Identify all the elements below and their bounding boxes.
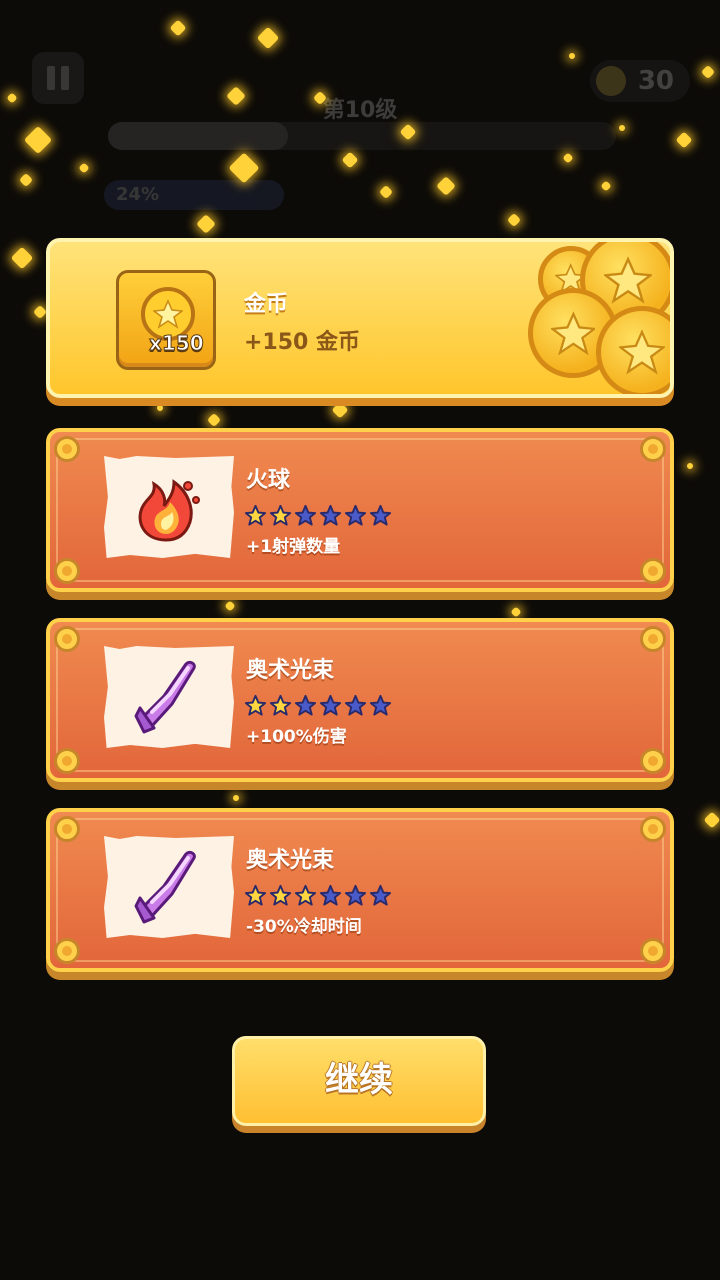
gold-reward-card[interactable]: x150 金币 +150 金币 [46, 238, 674, 398]
star-filled-icon [269, 504, 292, 526]
upgrade-card-arcane-beam[interactable]: 奥术光束 +100%伤害 [46, 618, 674, 782]
sparkle-icon [436, 176, 456, 196]
sparkle-icon [675, 131, 693, 149]
sparkle-icon [206, 412, 222, 428]
star-filled-icon [269, 694, 292, 716]
level-label: 第10级 [322, 98, 398, 123]
sparkle-icon [700, 64, 716, 80]
star-empty-icon [319, 884, 342, 906]
star-filled-icon [244, 694, 267, 716]
progress-percent: 24% [104, 180, 284, 210]
sparkle-icon [196, 214, 216, 234]
sparkle-icon [228, 152, 260, 184]
sparkle-icon [18, 172, 34, 188]
star-filled-icon [269, 884, 292, 906]
sparkle-icon [256, 26, 280, 50]
star-empty-icon [369, 694, 392, 716]
sparkle-icon [231, 793, 241, 803]
sparkle-icon [567, 51, 577, 61]
sparkle-icon [378, 184, 394, 200]
upgrade-description: -30%冷却时间 [246, 917, 362, 937]
gold-coin-icon: x150 [116, 270, 216, 370]
star-empty-icon [319, 694, 342, 716]
sparkle-icon [506, 212, 522, 228]
star-filled-icon [294, 884, 317, 906]
star-rating [244, 504, 392, 527]
continue-button[interactable]: 继续 [232, 1036, 486, 1126]
star-rating [244, 884, 392, 907]
sparkle-icon [562, 152, 574, 164]
star-empty-icon [294, 694, 317, 716]
sparkle-icon [510, 606, 522, 618]
sparkle-icon [10, 246, 34, 270]
sparkle-icon [703, 811, 720, 829]
arcane-beam-crystal-icon [104, 836, 234, 938]
upgrade-title: 火球 [246, 468, 291, 493]
upgrade-card-arcane-beam[interactable]: 奥术光束 -30%冷却时间 [46, 808, 674, 972]
upgrade-title: 奥术光束 [246, 848, 335, 873]
fireball-icon [104, 456, 234, 558]
upgrade-description: +1射弹数量 [246, 537, 341, 557]
star-empty-icon [294, 504, 317, 526]
star-empty-icon [344, 884, 367, 906]
sparkle-icon [617, 123, 627, 133]
star-filled-icon [244, 504, 267, 526]
coin-pile-icon [596, 306, 670, 394]
coin-quantity: x150 [149, 331, 205, 356]
upgrade-description: +100%伤害 [246, 727, 347, 747]
star-empty-icon [369, 504, 392, 526]
star-rating [244, 694, 392, 717]
sparkle-icon [169, 19, 187, 37]
sparkle-icon [78, 162, 90, 174]
sparkle-icon [224, 600, 236, 612]
sparkle-icon [155, 403, 165, 413]
star-empty-icon [344, 504, 367, 526]
xp-bar [108, 122, 616, 150]
star-filled-icon [244, 884, 267, 906]
sparkle-icon [331, 401, 349, 419]
sparkle-icon [32, 304, 48, 320]
star-empty-icon [319, 504, 342, 526]
sparkle-icon [23, 125, 53, 155]
sparkle-icon [600, 180, 612, 192]
upgrade-card-fireball[interactable]: 火球 +1射弹数量 [46, 428, 674, 592]
star-empty-icon [344, 694, 367, 716]
upgrade-title: 奥术光束 [246, 658, 335, 683]
sparkle-icon [685, 461, 695, 471]
arcane-beam-crystal-icon [104, 646, 234, 748]
star-empty-icon [369, 884, 392, 906]
gold-reward-title: 金币 [244, 292, 289, 317]
gold-reward-amount: +150 金币 [244, 330, 361, 355]
sparkle-icon [341, 151, 359, 169]
